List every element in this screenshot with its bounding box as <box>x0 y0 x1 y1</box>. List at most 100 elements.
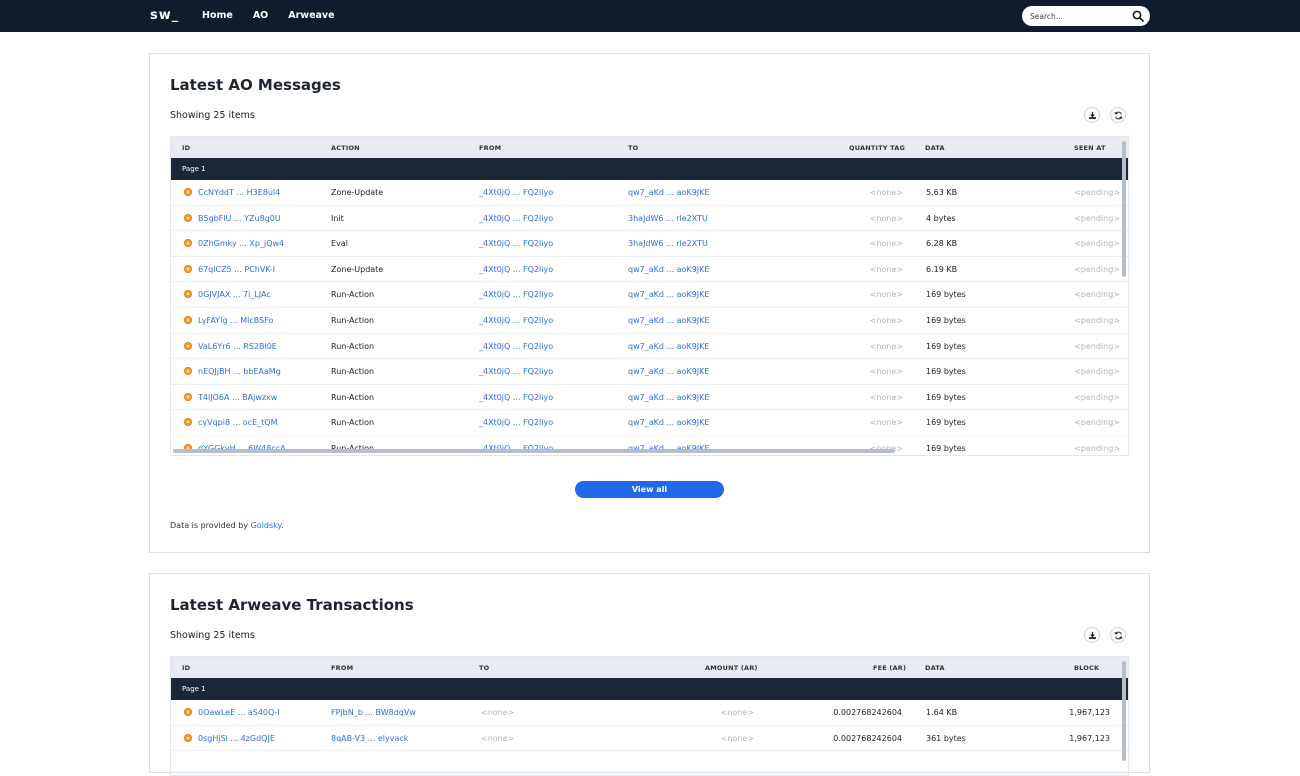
table-row[interactable]: 0OawLeE ... aS40Q-I FPjbN_b ... BW8dqVw <n… <box>171 700 1128 726</box>
logo[interactable]: sw_ <box>150 8 179 23</box>
message-id-link[interactable]: cyVqpi8 ... ocE_tQM <box>198 418 277 427</box>
to-address-link[interactable]: qw7_aKd ... aoK9JKE <box>628 367 709 376</box>
data-size-cell: 169 bytes <box>926 418 966 428</box>
table-row[interactable]: B5gbFlU ... YZu8g0U Init _4Xt0jQ ... FQ2li… <box>171 206 1128 232</box>
to-address-link[interactable]: 3haJdW6 ... rle2XTU <box>628 214 708 223</box>
col-id[interactable]: ID <box>182 664 190 672</box>
col-quantity-tag[interactable]: QUANTITY TAG <box>849 144 905 152</box>
to-address-link[interactable]: qw7_aKd ... aoK9JKE <box>628 316 709 325</box>
nav-arweave-link[interactable]: Arweave <box>288 10 334 21</box>
horizontal-scrollbar[interactable] <box>173 449 895 453</box>
arweave-download-button[interactable] <box>1084 627 1100 643</box>
message-id-link[interactable]: 67qlCZ5 ... PChVK-I <box>198 265 275 274</box>
message-id-link[interactable]: LyFAYIg ... MlcBSFo <box>198 316 273 325</box>
from-address-link[interactable]: _4Xt0jQ ... FQ2liyo <box>479 316 553 325</box>
table-row[interactable]: 0sgHjSl ... 4zGdQJE 8qAB-V3 ... elyvack <n… <box>171 726 1128 752</box>
to-address-cell: <none> <box>481 733 515 743</box>
table-row[interactable]: CcNYddT ... H3E8ul4 Zone-Update _4Xt0jQ ..… <box>171 180 1128 206</box>
col-seen-at[interactable]: SEEN AT <box>1074 144 1106 152</box>
seen-at-cell: <pending> <box>1074 290 1120 300</box>
table-row[interactable]: VaL6Yr6 ... RS2Bl0E Run-Action _4Xt0jQ ...… <box>171 334 1128 360</box>
message-id-link[interactable]: VaL6Yr6 ... RS2Bl0E <box>198 342 277 351</box>
ao-rows: CcNYddT ... H3E8ul4 Zone-Update _4Xt0jQ ..… <box>171 180 1128 455</box>
goldsky-link[interactable]: Goldsky <box>251 521 282 530</box>
table-row[interactable]: nEQJjBH ... bbEAaMg Run-Action _4Xt0jQ ...… <box>171 359 1128 385</box>
quantity-tag-cell: <none> <box>869 264 903 274</box>
ao-refresh-button[interactable] <box>1110 107 1126 123</box>
col-block[interactable]: BLOCK <box>1074 664 1099 672</box>
action-cell: Run-Action <box>331 315 375 325</box>
col-to[interactable]: TO <box>479 664 489 672</box>
seen-at-cell: <pending> <box>1074 443 1120 453</box>
view-all-button[interactable]: View all <box>575 481 724 498</box>
action-cell: Init <box>331 213 344 223</box>
from-address-link[interactable]: 8qAB-V3 ... elyvack <box>331 734 408 743</box>
from-address-link[interactable]: _4Xt0jQ ... FQ2liyo <box>479 214 553 223</box>
nav-ao-link[interactable]: AO <box>253 10 268 21</box>
to-address-link[interactable]: qw7_aKd ... aoK9JKE <box>628 188 709 197</box>
fee-cell: 0.002768242604 <box>833 733 902 743</box>
vertical-scrollbar[interactable] <box>1122 661 1126 761</box>
col-data[interactable]: DATA <box>925 664 945 672</box>
quantity-tag-cell: <none> <box>869 188 903 197</box>
seen-at-cell: <pending> <box>1074 264 1120 274</box>
col-from[interactable]: FROM <box>331 664 353 672</box>
data-size-cell: 1.64 KB <box>926 708 958 717</box>
transaction-id-link[interactable]: 0sgHjSl ... 4zGdQJE <box>198 734 275 743</box>
action-cell: Run-Action <box>331 341 375 351</box>
nav-home-link[interactable]: Home <box>202 10 233 21</box>
col-to[interactable]: TO <box>628 144 638 152</box>
seen-at-cell: <pending> <box>1074 418 1120 428</box>
vertical-scrollbar[interactable] <box>1122 141 1126 277</box>
data-size-cell: 169 bytes <box>926 315 966 325</box>
col-fee[interactable]: FEE (AR) <box>873 664 906 672</box>
from-address-link[interactable]: _4Xt0jQ ... FQ2liyo <box>479 418 553 427</box>
to-address-link[interactable]: qw7_aKd ... aoK9JKE <box>628 265 709 274</box>
to-address-link[interactable]: qw7_aKd ... aoK9JKE <box>628 342 709 351</box>
arweave-showing-count: Showing 25 items <box>170 630 255 641</box>
clock-icon <box>184 315 192 324</box>
message-id-link[interactable]: CcNYddT ... H3E8ul4 <box>198 188 280 197</box>
table-row[interactable]: 0GJVJAX ... 7i_LJAc Run-Action _4Xt0jQ ...… <box>171 282 1128 308</box>
message-id-link[interactable]: nEQJjBH ... bbEAaMg <box>198 367 281 376</box>
col-id[interactable]: ID <box>182 144 190 152</box>
col-amount[interactable]: AMOUNT (AR) <box>705 664 758 672</box>
table-row[interactable]: T4lJO6A ... BAjwzxw Run-Action _4Xt0jQ ...… <box>171 385 1128 411</box>
col-action[interactable]: ACTION <box>331 144 360 152</box>
table-row[interactable]: 67qlCZ5 ... PChVK-I Zone-Update _4Xt0jQ ..… <box>171 257 1128 283</box>
table-row[interactable]: LyFAYIg ... MlcBSFo Run-Action _4Xt0jQ ...… <box>171 308 1128 334</box>
message-id-link[interactable]: T4lJO6A ... BAjwzxw <box>198 393 277 402</box>
from-address-link[interactable]: _4Xt0jQ ... FQ2liyo <box>479 367 553 376</box>
table-row[interactable]: 0ZhGmky ... Xp_jQw4 Eval _4Xt0jQ ... FQ2li… <box>171 231 1128 257</box>
to-address-link[interactable]: 3haJdW6 ... rle2XTU <box>628 239 708 248</box>
from-address-link[interactable]: _4Xt0jQ ... FQ2liyo <box>479 393 553 402</box>
to-address-link[interactable]: qw7_aKd ... aoK9JKE <box>628 290 709 299</box>
transaction-id-link[interactable]: 0OawLeE ... aS40Q-I <box>198 708 280 717</box>
action-cell: Zone-Update <box>331 264 384 274</box>
ao-download-button[interactable] <box>1084 107 1100 123</box>
from-address-link[interactable]: _4Xt0jQ ... FQ2liyo <box>479 265 553 274</box>
top-navbar: sw_ Home AO Arweave <box>0 0 1300 32</box>
ao-messages-table: ID ACTION FROM TO QUANTITY TAG DATA SEEN… <box>170 136 1129 456</box>
message-id-link[interactable]: B5gbFlU ... YZu8g0U <box>198 214 281 223</box>
col-from[interactable]: FROM <box>479 144 501 152</box>
quantity-tag-cell: <none> <box>869 239 903 249</box>
search-icon[interactable] <box>1132 10 1144 22</box>
ao-panel-title: Latest AO Messages <box>170 76 341 94</box>
to-address-link[interactable]: qw7_aKd ... aoK9JKE <box>628 418 709 427</box>
seen-at-cell: <pending> <box>1074 188 1120 197</box>
seen-at-cell: <pending> <box>1074 239 1120 249</box>
from-address-link[interactable]: _4Xt0jQ ... FQ2liyo <box>479 342 553 351</box>
message-id-link[interactable]: 0GJVJAX ... 7i_LJAc <box>198 290 271 299</box>
message-id-link[interactable]: 0ZhGmky ... Xp_jQw4 <box>198 239 284 248</box>
arweave-panel-title: Latest Arweave Transactions <box>170 596 414 614</box>
ao-showing-count: Showing 25 items <box>170 110 255 121</box>
from-address-link[interactable]: _4Xt0jQ ... FQ2liyo <box>479 290 553 299</box>
from-address-link[interactable]: FPjbN_b ... BW8dqVw <box>331 708 416 717</box>
from-address-link[interactable]: _4Xt0jQ ... FQ2liyo <box>479 188 553 197</box>
arweave-refresh-button[interactable] <box>1110 627 1126 643</box>
col-data[interactable]: DATA <box>925 144 945 152</box>
from-address-link[interactable]: _4Xt0jQ ... FQ2liyo <box>479 239 553 248</box>
to-address-link[interactable]: qw7_aKd ... aoK9JKE <box>628 393 709 402</box>
search-input[interactable] <box>1030 11 1126 21</box>
